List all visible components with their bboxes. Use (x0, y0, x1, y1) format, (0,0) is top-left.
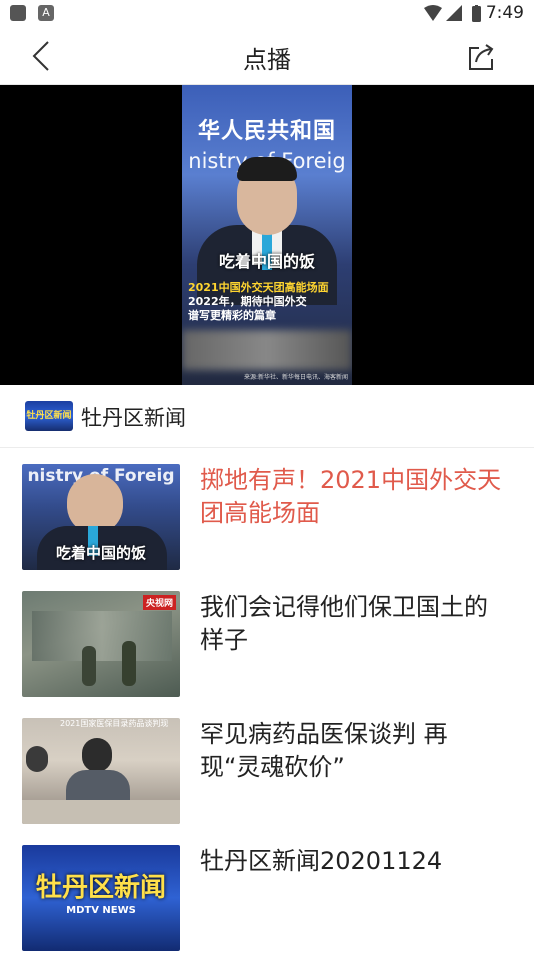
video-player[interactable]: 华人民共和国 nistry of Foreig 吃着中国的饭 2021中国外交天… (0, 85, 534, 385)
top-bar: 点播 (0, 28, 534, 85)
channel-row[interactable]: 牡丹区新闻 牡丹区新闻 (0, 385, 534, 448)
channel-name: 牡丹区新闻 (81, 406, 186, 430)
thumbnail: 2021国家医保目录药品谈判现 (22, 718, 180, 824)
channel-logo: 牡丹区新闻 (25, 401, 73, 431)
video-caption-title: 2021中国外交天团高能场面 (188, 281, 329, 294)
list-item[interactable]: 2021国家医保目录药品谈判现 罕见病药品医保谈判 再现“灵魂砍价” (0, 718, 534, 826)
video-source: 来源:新华社、新华每日电讯、海客新闻 (243, 374, 348, 381)
thumbnail-figure (82, 646, 96, 686)
list-item[interactable]: 央视网 我们会记得他们保卫国土的样子 (0, 591, 534, 699)
list-item[interactable]: 牡丹区新闻 MDTV NEWS 牡丹区新闻20201124 (0, 845, 534, 953)
headline: 牡丹区新闻20201124 (200, 847, 443, 875)
thumbnail-face (67, 474, 123, 534)
notification-icon (10, 5, 26, 21)
thumbnail: 央视网 (22, 591, 180, 697)
headline: 我们会记得他们保卫国土的样子 (200, 593, 488, 654)
thumbnail: nistry of Foreig 吃着中国的饭 (22, 464, 180, 570)
thumbnail: 牡丹区新闻 MDTV NEWS (22, 845, 180, 951)
thumbnail-banner: 2021国家医保目录药品谈判现 (60, 719, 169, 728)
video-banner-cn: 华人民共和国 (197, 119, 336, 144)
thumbnail-badge: 央视网 (142, 595, 176, 610)
status-bar: A 7:49 (0, 0, 534, 28)
page-title: 点播 (243, 46, 291, 74)
video-blur-area (182, 330, 352, 370)
thumbnail-caption: 吃着中国的饭 (55, 544, 146, 562)
thumbnail-person (82, 738, 112, 772)
clock: 7:49 (485, 3, 524, 23)
app-notification-icon: A (38, 5, 54, 21)
video-caption: 2021中国外交天团高能场面 2022年，期待中国外交 谱写更精彩的篇章 (188, 281, 346, 323)
thumbnail-person (26, 746, 48, 772)
video-caption-line1: 2022年，期待中国外交 (188, 295, 307, 308)
share-icon[interactable] (466, 42, 496, 72)
thumbnail-logo-sub: MDTV NEWS (66, 905, 136, 916)
video-subtitle: 吃着中国的饭 (218, 252, 315, 271)
headline: 罕见病药品医保谈判 再现“灵魂砍价” (200, 720, 448, 781)
thumbnail-terrain (32, 611, 172, 661)
status-icons (424, 5, 481, 22)
thumbnail-figure (122, 641, 136, 686)
thumbnail-table (22, 800, 180, 824)
video-caption-line2: 谱写更精彩的篇章 (188, 309, 276, 322)
list-item[interactable]: nistry of Foreig 吃着中国的饭 掷地有声！2021中国外交天团高… (0, 464, 534, 572)
thumbnail-logo: 牡丹区新闻 (35, 873, 166, 903)
figure-hair (237, 157, 297, 181)
video-frame: 华人民共和国 nistry of Foreig 吃着中国的饭 2021中国外交天… (182, 85, 352, 385)
headline: 掷地有声！2021中国外交天团高能场面 (200, 466, 502, 527)
